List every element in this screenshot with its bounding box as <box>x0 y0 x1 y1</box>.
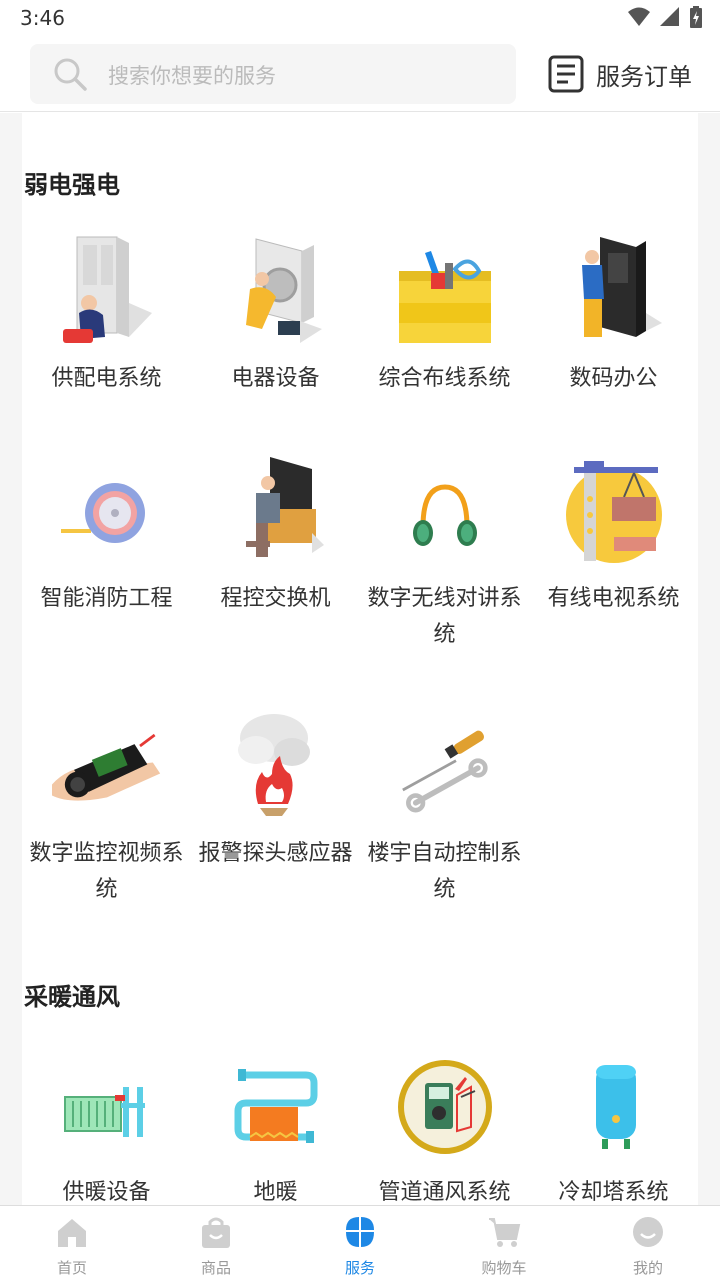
nav-cart[interactable]: 购物车 <box>432 1206 576 1280</box>
cabling-toolbox-icon <box>398 251 491 343</box>
top-bar: 搜索你想要的服务 服务订单 <box>0 36 720 112</box>
status-bar: 3:46 <box>0 0 720 36</box>
service-item-fire-protection[interactable]: 智能消防工程 <box>22 453 191 617</box>
radiator-icon <box>63 1087 145 1137</box>
service-item-duct-ventilation[interactable]: 管道通风系统 <box>360 1047 529 1205</box>
service-item-wireless-intercom[interactable]: 数字无线对讲系统 <box>360 453 529 653</box>
bottom-nav: 首页 商品 服务 购物车 我的 <box>0 1205 720 1280</box>
service-item-alarm-sensor[interactable]: 报警探头感应器 <box>191 708 360 872</box>
service-item-label: 管道通风系统 <box>378 1180 511 1205</box>
power-distribution-icon <box>62 236 152 343</box>
cart-icon <box>489 1218 521 1247</box>
order-list-icon <box>548 55 584 93</box>
service-item-power-distribution[interactable]: 供配电系统 <box>22 233 191 397</box>
service-item-label: 地暖 <box>253 1180 298 1205</box>
surveillance-camera-icon <box>51 733 160 801</box>
service-item-label: 楼宇自动控制系统 <box>367 841 522 902</box>
nav-products[interactable]: 商品 <box>144 1206 288 1280</box>
nav-services[interactable]: 服务 <box>288 1206 432 1280</box>
service-item-floor-heating[interactable]: 地暖 <box>191 1047 360 1205</box>
multimeter-icon <box>397 1060 492 1154</box>
service-item-label: 数字监控视频系统 <box>29 841 184 902</box>
service-item-label: 综合布线系统 <box>378 366 511 391</box>
nav-cart-label: 购物车 <box>481 1259 527 1277</box>
nav-profile[interactable]: 我的 <box>576 1206 720 1280</box>
service-item-label: 数字无线对讲系统 <box>367 586 522 647</box>
digital-office-icon <box>581 237 662 337</box>
nav-home-label: 首页 <box>56 1259 87 1277</box>
status-time: 3:46 <box>20 6 65 30</box>
section-title: 采暖通风 <box>24 983 120 1011</box>
tape-measure-icon <box>60 483 145 543</box>
electrical-equipment-icon <box>245 238 322 343</box>
wifi-icon <box>628 7 650 26</box>
search-input[interactable]: 搜索你想要的服务 <box>30 44 516 104</box>
profile-icon <box>633 1217 663 1247</box>
service-order-label: 服务订单 <box>596 62 692 91</box>
service-item-cooling-tower[interactable]: 冷却塔系统 <box>529 1047 698 1205</box>
service-item-electrical-equipment[interactable]: 电器设备 <box>191 233 360 397</box>
service-item-label: 程控交换机 <box>220 586 331 611</box>
service-order-button[interactable]: 服务订单 <box>548 52 692 96</box>
service-item-label: 智能消防工程 <box>40 586 173 611</box>
service-item-switchboard[interactable]: 程控交换机 <box>191 453 360 617</box>
service-item-heating-equipment[interactable]: 供暖设备 <box>22 1047 191 1205</box>
search-placeholder: 搜索你想要的服务 <box>108 64 276 88</box>
signal-icon <box>660 7 679 26</box>
service-item-video-surveillance[interactable]: 数字监控视频系统 <box>22 708 191 908</box>
service-item-cable-tv[interactable]: 有线电视系统 <box>529 453 698 617</box>
nav-products-label: 商品 <box>200 1259 231 1277</box>
fire-alarm-icon <box>237 714 310 816</box>
nav-profile-label: 我的 <box>632 1259 663 1277</box>
cable-tv-icon <box>565 461 662 563</box>
switchboard-icon <box>245 457 324 557</box>
service-item-label: 电器设备 <box>231 366 320 391</box>
search-icon <box>54 58 87 91</box>
headphones-icon <box>412 484 477 546</box>
home-icon <box>58 1219 86 1247</box>
service-item-digital-office[interactable]: 数码办公 <box>529 233 698 397</box>
service-item-label: 有线电视系统 <box>547 586 680 611</box>
section-title: 弱电强电 <box>24 171 120 199</box>
water-heater-icon <box>595 1065 636 1149</box>
service-item-label: 供暖设备 <box>62 1180 151 1205</box>
battery-icon <box>690 6 702 28</box>
floor-heating-icon <box>234 1069 317 1143</box>
wrench-screwdriver-icon <box>401 730 488 813</box>
nav-services-label: 服务 <box>344 1259 375 1277</box>
service-item-label: 供配电系统 <box>51 366 162 391</box>
service-item-building-automation[interactable]: 楼宇自动控制系统 <box>360 708 529 908</box>
content-area: 弱电强电 供配电系统 电器设备 综合布线系统 数码办公 智能消防工程 程控交换机… <box>0 113 720 1205</box>
service-item-label: 数码办公 <box>569 366 658 391</box>
bag-icon <box>202 1217 230 1248</box>
status-icons <box>628 6 702 28</box>
service-item-label: 报警探头感应器 <box>198 841 353 866</box>
service-item-label: 冷却塔系统 <box>558 1180 669 1205</box>
nav-home[interactable]: 首页 <box>0 1206 144 1280</box>
service-grid-icon <box>346 1217 374 1247</box>
service-card: 弱电强电 供配电系统 电器设备 综合布线系统 数码办公 智能消防工程 程控交换机… <box>22 113 698 1205</box>
service-item-cabling[interactable]: 综合布线系统 <box>360 233 529 397</box>
